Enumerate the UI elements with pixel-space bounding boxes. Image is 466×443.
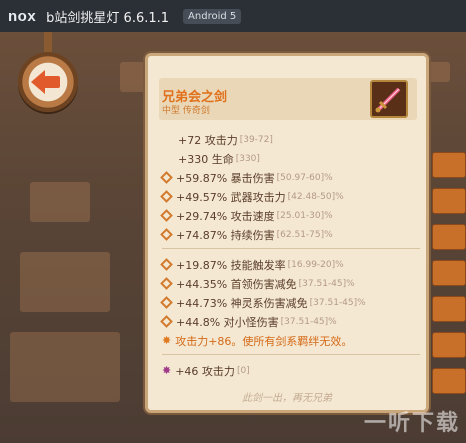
android-version-badge: Android 5 [183,8,242,24]
divider [162,248,420,249]
back-button[interactable] [18,52,78,112]
affix-dot-damage: +74.87% 持续伤害 [62.51-75]% [160,225,420,244]
inventory-slot[interactable] [432,296,466,322]
diamond-icon [160,296,173,309]
affix-crit-damage: +59.87% 暴击伤害 [50.97-60]% [160,168,420,187]
diamond-icon [160,258,173,271]
diamond-icon [160,228,173,241]
emulator-title-bar: nox b站剑挑星灯 6.6.1.1 Android 5 [0,0,466,32]
diamond-icon [160,171,173,184]
diamond-icon [160,277,173,290]
back-arrow-tail [44,76,60,88]
bg-tile [20,252,110,312]
enchant-stat: ✸ +46 攻击力 [0] [162,364,250,378]
bg-tile [10,332,120,402]
item-flavor-quote: 此剑一出，再无兄弟 [242,393,332,404]
affix-weapon-attack: +49.57% 武器攻击力 [42.48-50]% [160,187,420,206]
item-detail-panel: 兄弟会之剑 中型 传奇剑 +72 攻击力 [39-72] +330 生命 [330]… [145,53,429,413]
enchant-star-icon: ✸ [162,364,172,377]
nox-logo: nox [8,7,37,25]
inventory-slot[interactable] [432,188,466,214]
affix-minion-damage: +44.8% 对小怪伤害 [37.51-45]% [160,312,420,331]
rope [44,32,52,52]
item-type: 中型 传奇剑 [162,106,210,116]
divider [162,354,420,355]
base-stat-attack: +72 攻击力 [39-72] [178,133,273,147]
side-inventory-strip [432,152,466,443]
window-title: b站剑挑星灯 6.6.1.1 [46,10,170,26]
affix-boss-dr: +44.35% 首领伤害减免 [37.51-45]% [160,274,420,293]
bg-tile [30,182,90,222]
diamond-icon [160,209,173,222]
diamond-icon [160,190,173,203]
special-effect: ✸ 攻击力+86。使所有剑系羁绊无效。 [162,334,353,348]
watermark-text: 一听下载 [363,411,460,436]
sword-icon [370,80,408,118]
inventory-slot[interactable] [432,152,466,178]
star-icon: ✸ [162,334,172,347]
diamond-icon [160,315,173,328]
inventory-slot[interactable] [432,368,466,394]
stat-list: +72 攻击力 [39-72] +330 生命 [330] +59.87% 暴击伤害… [160,130,420,380]
affix-attack-speed: +29.74% 攻击速度 [25.01-30]% [160,206,420,225]
back-arrow-icon [31,70,45,94]
inventory-slot[interactable] [432,260,466,286]
affix-skill-trigger: +19.87% 技能触发率 [16.99-20]% [160,255,420,274]
inventory-slot[interactable] [432,332,466,358]
affix-divine-dr: +44.73% 神灵系伤害减免 [37.51-45]% [160,293,420,312]
inventory-slot[interactable] [432,224,466,250]
base-stat-hp: +330 生命 [330] [178,152,260,166]
